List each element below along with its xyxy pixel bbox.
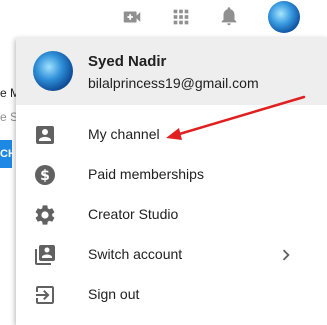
menu-item-sign-out[interactable]: Sign out — [16, 275, 327, 315]
menu-item-my-channel[interactable]: My channel — [16, 115, 327, 155]
sign-out-icon — [36, 286, 54, 304]
menu-item-creator-studio[interactable]: Creator Studio — [16, 195, 327, 235]
menu-item-label: Paid memberships — [88, 166, 204, 182]
account-menu: Syed Nadir bilalprincess19@gmail.com My … — [16, 37, 327, 325]
account-email: bilalprincess19@gmail.com — [88, 75, 259, 91]
avatar[interactable] — [268, 1, 300, 33]
background-button-fragment[interactable]: CH — [0, 140, 12, 168]
menu-item-paid-memberships[interactable]: $ Paid memberships — [16, 155, 327, 195]
background-page: e M e St CH — [0, 34, 21, 325]
account-name: Syed Nadir — [88, 53, 167, 70]
switch-account-icon — [35, 245, 55, 265]
top-bar — [0, 0, 327, 34]
chevron-right-icon — [282, 249, 290, 261]
menu-item-switch-account[interactable]: Switch account — [16, 235, 327, 275]
bell-icon[interactable] — [218, 5, 240, 27]
account-avatar — [33, 51, 73, 91]
video-camera-add-icon[interactable] — [121, 6, 143, 28]
menu-item-label: My channel — [88, 126, 160, 142]
svg-text:$: $ — [40, 168, 50, 184]
dollar-icon: $ — [35, 165, 55, 185]
menu-item-label: Creator Studio — [88, 206, 179, 222]
menu-item-label: Switch account — [88, 246, 183, 262]
person-icon — [36, 126, 54, 144]
gear-icon — [35, 205, 55, 225]
apps-grid-icon[interactable] — [170, 6, 192, 28]
menu-item-label: Sign out — [88, 286, 140, 302]
account-header: Syed Nadir bilalprincess19@gmail.com — [16, 37, 327, 105]
